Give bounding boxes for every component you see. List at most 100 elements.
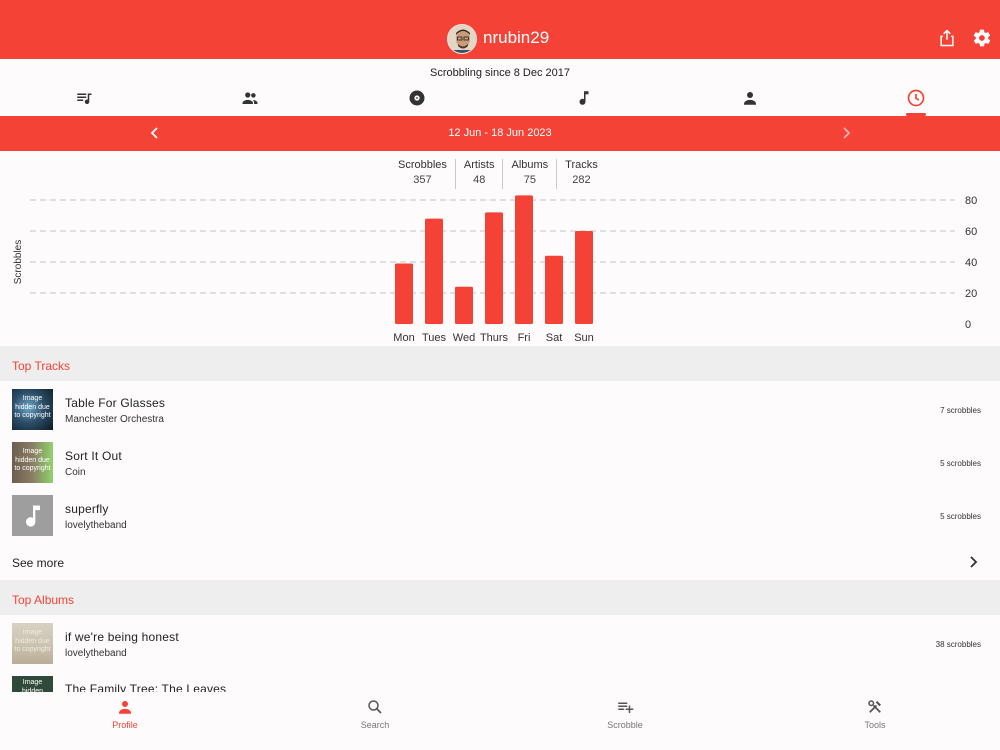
track-artist: Manchester Orchestra — [65, 414, 164, 425]
app-header: nrubin29 — [0, 0, 1000, 59]
scrobble-count: 7 scrobbles — [940, 406, 981, 415]
bar-wed — [455, 286, 473, 324]
y-tick-label: 20 — [965, 288, 977, 300]
album-art: Image hidden due to copyright — [12, 442, 53, 483]
search-icon — [368, 700, 382, 714]
stat-value: 75 — [523, 174, 536, 186]
gear-icon[interactable] — [972, 28, 992, 48]
person-icon — [744, 92, 756, 105]
y-axis-label: Scrobbles — [13, 240, 24, 284]
people-icon — [242, 92, 258, 104]
music-note-icon — [579, 91, 589, 105]
nav-profile[interactable]: Profile — [75, 698, 175, 730]
track-artist: lovelytheband — [65, 520, 127, 531]
queue-music-icon — [77, 93, 92, 105]
album-artist: lovelytheband — [65, 648, 127, 659]
list-item[interactable]: Image hidden The Family Tree: The Leaves — [0, 669, 1000, 692]
y-tick-label: 0 — [965, 319, 971, 331]
avatar[interactable] — [447, 24, 477, 54]
image-hidden-label: Image hidden due to copyright — [14, 629, 51, 653]
stat-tracks: Tracks 282 — [556, 159, 606, 189]
music-note-icon — [25, 505, 40, 527]
list-item[interactable]: Image hidden due to copyright Sort It Ou… — [0, 435, 1000, 487]
stat-label: Albums — [511, 159, 549, 171]
tab-albums[interactable] — [406, 87, 428, 109]
album-art: Image hidden due to copyright — [12, 623, 53, 664]
bar-tues — [425, 218, 443, 324]
image-hidden-label: Image hidden — [21, 679, 44, 692]
scrobble-count: 5 scrobbles — [940, 459, 981, 468]
playlist-add-icon — [618, 702, 634, 713]
section-title: Top Tracks — [12, 359, 71, 373]
bottom-navigation: Profile Search Scrobble Tools — [0, 692, 1000, 750]
next-week-icon[interactable] — [838, 124, 854, 142]
track-title: superfly — [65, 502, 109, 516]
x-tick-label: Sat — [546, 332, 563, 344]
see-more-link[interactable]: See more — [12, 556, 64, 570]
top-albums-header: Top Albums — [0, 580, 1000, 615]
top-tracks-header: Top Tracks — [0, 346, 1000, 381]
stat-value: 282 — [572, 174, 591, 186]
track-title: Table For Glasses — [65, 396, 166, 410]
y-tick-label: 80 — [965, 195, 977, 207]
nav-tools[interactable]: Tools — [825, 698, 925, 730]
album-title: The Family Tree: The Leaves — [65, 682, 227, 692]
stat-label: Tracks — [565, 159, 598, 171]
person-icon — [119, 701, 131, 714]
track-artist: Coin — [65, 467, 86, 478]
nav-label: Search — [360, 720, 390, 730]
scrobble-count: 38 scrobbles — [935, 640, 981, 649]
stat-label: Artists — [463, 159, 495, 171]
track-title: Sort It Out — [65, 449, 122, 463]
tab-scrobbles[interactable] — [73, 87, 95, 109]
stat-albums: Albums 75 — [502, 159, 556, 189]
stats-summary: Scrobbles 357 Artists 48 Albums 75 Track… — [390, 159, 606, 189]
stat-value: 48 — [473, 174, 486, 186]
nav-scrobble[interactable]: Scrobble — [575, 698, 675, 730]
scrobbling-since: Scrobbling since 8 Dec 2017 — [429, 67, 571, 79]
bar-fri — [515, 195, 533, 324]
clock-icon — [907, 89, 925, 107]
album-art-placeholder — [12, 495, 53, 536]
stat-value: 357 — [413, 174, 432, 186]
tab-friends[interactable] — [239, 87, 261, 109]
x-tick-label: Fri — [518, 332, 531, 344]
list-item[interactable]: superfly lovelytheband 5 scrobbles — [0, 488, 1000, 540]
section-title: Top Albums — [12, 593, 75, 607]
y-tick-label: 40 — [965, 257, 977, 269]
username: nrubin29 — [483, 28, 550, 47]
album-icon — [409, 90, 425, 106]
bar-mon — [395, 263, 413, 324]
stat-artists: Artists 48 — [454, 159, 503, 189]
bar-sun — [575, 231, 593, 324]
x-tick-label: Mon — [393, 332, 414, 344]
nav-label: Profile — [112, 720, 138, 730]
nav-label: Scrobble — [607, 720, 643, 730]
weekly-scrobbles-chart: 0 20 40 60 80 Scrobbles Mon Tues Wed Thurs Fri Sat S… — [13, 195, 977, 344]
x-tick-label: Wed — [453, 332, 475, 344]
x-tick-label: Tues — [422, 332, 447, 344]
chevron-right-icon[interactable] — [966, 555, 980, 569]
list-item[interactable]: Image hidden due to copyright Table For … — [0, 382, 1000, 434]
tab-weekly-chart[interactable] — [905, 87, 927, 109]
tools-icon — [868, 700, 881, 713]
nav-label: Tools — [864, 720, 886, 730]
scrobble-count: 5 scrobbles — [940, 512, 981, 521]
x-tick-label: Sun — [574, 332, 594, 344]
y-tick-label: 60 — [965, 226, 977, 238]
stat-label: Scrobbles — [398, 159, 447, 171]
nav-search[interactable]: Search — [325, 698, 425, 730]
tab-tracks[interactable] — [573, 87, 595, 109]
x-tick-label: Thurs — [480, 332, 509, 344]
album-title: if we're being honest — [65, 630, 179, 644]
bar-thurs — [485, 212, 503, 324]
list-item[interactable]: Image hidden due to copyright if we're b… — [0, 616, 1000, 668]
share-icon[interactable] — [937, 28, 957, 48]
album-art: Image hidden due to copyright — [12, 389, 53, 430]
album-art: Image hidden — [12, 676, 53, 692]
bar-sat — [545, 255, 563, 324]
tab-artists[interactable] — [739, 87, 761, 109]
stat-scrobbles: Scrobbles 357 — [390, 159, 455, 189]
image-hidden-label: Image hidden due to copyright — [14, 448, 51, 472]
image-hidden-label: Image hidden due to copyright — [14, 395, 51, 419]
